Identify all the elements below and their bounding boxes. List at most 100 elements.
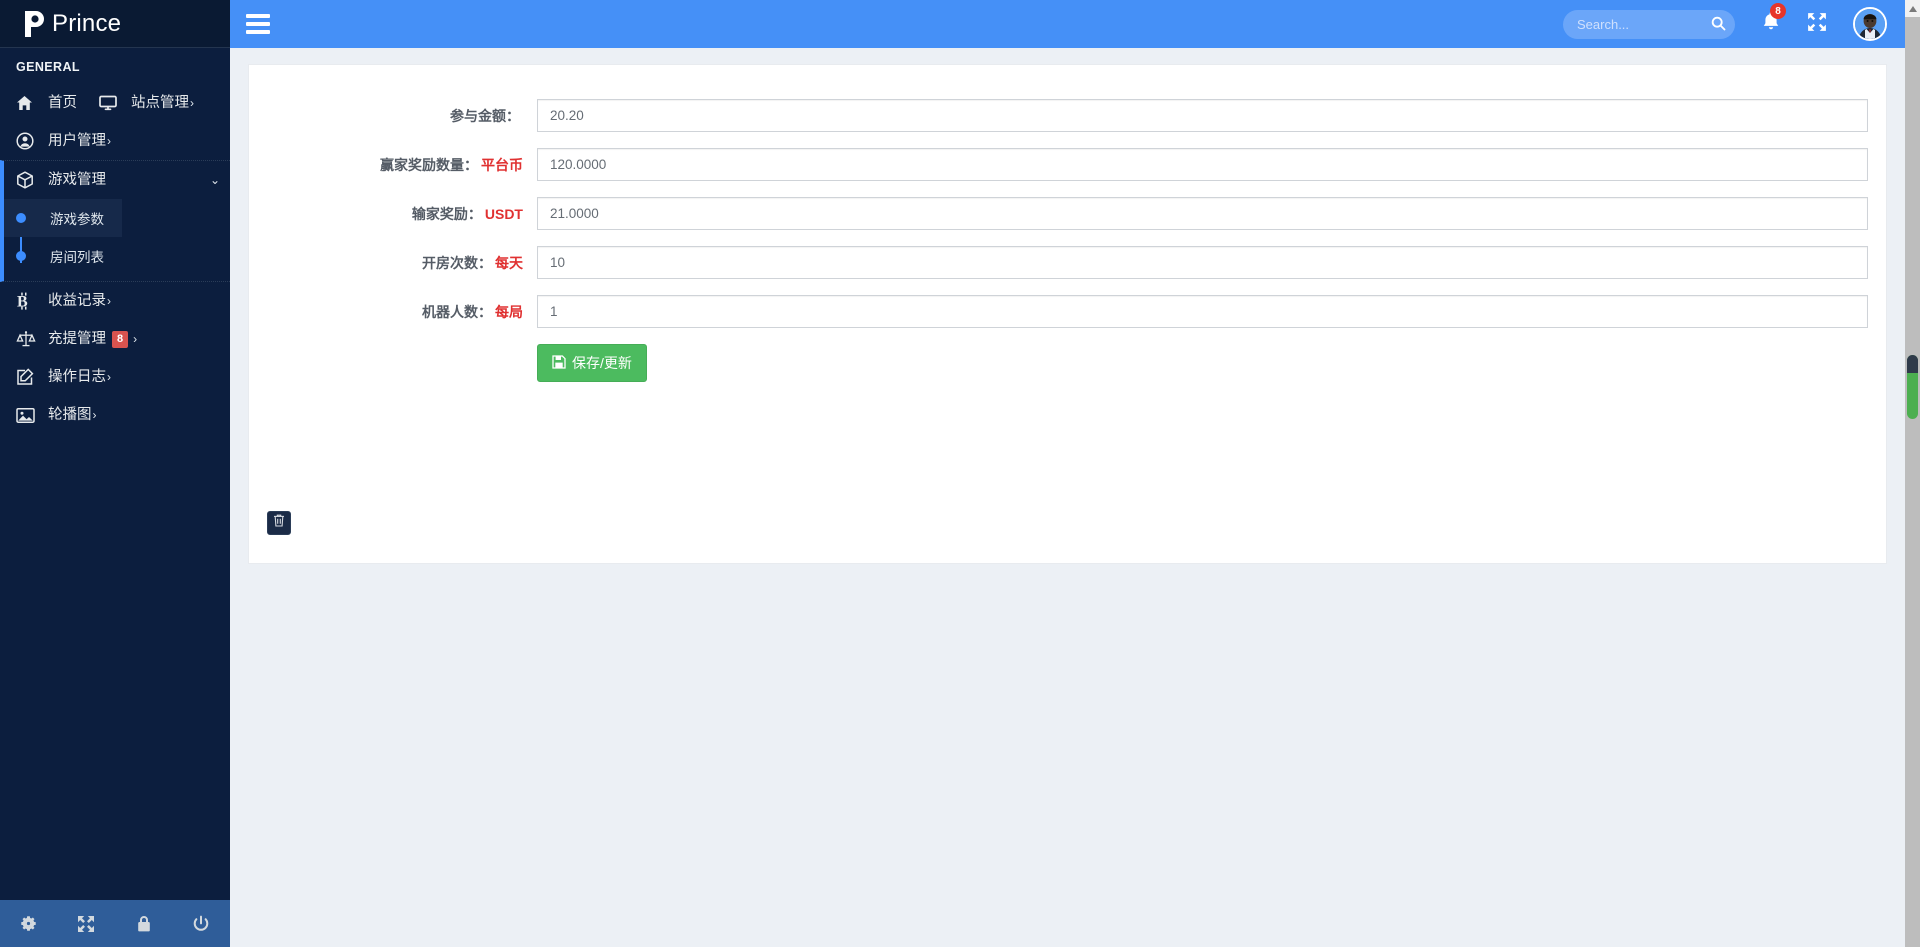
chevron-right-icon: › [190, 94, 194, 112]
form-actions: 保存/更新 [537, 344, 1868, 382]
game-params-card: 参与金额： 赢家奖励数量：平台币 输家奖励：USDT 开房次数：每天 [248, 64, 1887, 564]
label-unit: 每天 [495, 255, 523, 271]
chevron-right-icon: › [107, 132, 111, 150]
sidebar-item-site-management-label: 站点管理 [131, 94, 189, 112]
sidebar-item-home-label: 首页 [48, 94, 77, 112]
form-row: 开房次数：每天 [267, 246, 1868, 279]
scroll-up-arrow-icon[interactable] [1905, 0, 1920, 17]
sidebar-group-game-management: 游戏管理 ⌄ 游戏参数 房间列表 [0, 160, 230, 282]
hamburger-bar [246, 30, 270, 34]
trash-icon [273, 514, 285, 532]
notifications-button[interactable]: 8 [1761, 11, 1781, 37]
label-text: 参与金额： [450, 108, 520, 124]
sidebar-row-logs: 操作日志 › [0, 358, 230, 396]
scales-icon [16, 330, 38, 348]
monitor-icon [99, 95, 121, 111]
box-icon [16, 171, 38, 189]
chevron-right-icon: › [133, 330, 137, 348]
delete-button[interactable] [267, 511, 291, 535]
label-unit: USDT [485, 206, 523, 222]
user-circle-icon [16, 132, 38, 150]
sidebar-item-revenue-records-label: 收益记录 [48, 292, 106, 310]
field-label-robot-count: 机器人数：每局 [267, 302, 537, 322]
label-unit: 每局 [495, 304, 523, 320]
sidebar-item-revenue-records[interactable]: B 收益记录 › [0, 282, 230, 320]
chevron-down-icon: ⌄ [210, 171, 220, 189]
sidebar-row-top: 首页 站点管理 › [0, 84, 230, 122]
sidebar-item-game-management[interactable]: 游戏管理 ⌄ [4, 161, 230, 199]
sidebar-item-carousel[interactable]: 轮播图 › [0, 396, 230, 434]
list-item: 房间列表 [4, 237, 230, 275]
sidebar-item-home[interactable]: 首页 [0, 84, 77, 122]
sidebar-item-deposit-withdraw[interactable]: 充提管理 8 › [0, 320, 230, 358]
form-row: 赢家奖励数量：平台币 [267, 148, 1868, 181]
hamburger-bar [246, 22, 270, 26]
image-icon [16, 407, 38, 424]
form-row: 机器人数：每局 [267, 295, 1868, 328]
save-button[interactable]: 保存/更新 [537, 344, 647, 382]
sidebar-menu: 首页 站点管理 › [0, 84, 230, 434]
header-actions: 8 [1563, 7, 1905, 41]
sidebar-subitem-room-list[interactable]: 房间列表 [4, 237, 230, 275]
winner-reward-amount-input[interactable] [537, 148, 1868, 181]
robot-count-input[interactable] [537, 295, 1868, 328]
sidebar-row-carousel: 轮播图 › [0, 396, 230, 434]
search-icon[interactable] [1709, 15, 1727, 33]
scrollbar-thumb[interactable] [1907, 355, 1918, 419]
sidebar-item-site-management[interactable]: 站点管理 › [77, 84, 194, 122]
sidebar-item-user-management-label: 用户管理 [48, 132, 106, 150]
sidebar-footer-toolbar [0, 900, 230, 947]
status-badge: 8 [112, 331, 128, 348]
sidebar-row-user: 用户管理 › [0, 122, 230, 160]
expand-arrows-icon [1807, 12, 1827, 37]
save-disk-icon [552, 355, 566, 372]
main-content: 参与金额： 赢家奖励数量：平台币 输家奖励：USDT 开房次数：每天 [230, 48, 1905, 947]
list-item: 游戏参数 [4, 199, 230, 237]
sidebar: Prince GENERAL 首页 [0, 0, 230, 947]
sidebar-item-game-management-label: 游戏管理 [48, 171, 106, 189]
sidebar-item-carousel-label: 轮播图 [48, 406, 92, 424]
brand-logo[interactable]: Prince [0, 0, 230, 48]
hamburger-bar [246, 14, 270, 18]
sidebar-item-deposit-withdraw-label: 充提管理 [48, 330, 106, 348]
form-row: 参与金额： [267, 99, 1868, 132]
join-amount-input[interactable] [537, 99, 1868, 132]
sidebar-scroll: GENERAL 首页 [0, 48, 230, 900]
field-label-room-open-count: 开房次数：每天 [267, 253, 537, 273]
sidebar-item-user-management[interactable]: 用户管理 › [0, 122, 230, 160]
sidebar-item-operation-logs[interactable]: 操作日志 › [0, 358, 230, 396]
sidebar-submenu-game: 游戏参数 房间列表 [4, 199, 230, 281]
expand-icon[interactable] [58, 900, 116, 947]
sidebar-item-operation-logs-label: 操作日志 [48, 368, 106, 386]
hamburger-icon[interactable] [230, 0, 286, 48]
sidebar-row-revenue: B 收益记录 › [0, 282, 230, 320]
notification-badge: 8 [1770, 3, 1786, 19]
sidebar-row-deposit: 充提管理 8 › [0, 320, 230, 358]
field-label-join-amount: 参与金额： [267, 106, 537, 126]
field-label-loser-reward: 输家奖励：USDT [267, 204, 537, 224]
sidebar-subitem-game-params[interactable]: 游戏参数 [4, 199, 122, 237]
avatar[interactable] [1853, 7, 1887, 41]
label-text: 机器人数： [422, 304, 492, 320]
label-text: 输家奖励： [412, 206, 482, 222]
room-open-count-input[interactable] [537, 246, 1868, 279]
edit-square-icon [16, 368, 38, 386]
page-scrollbar[interactable] [1905, 0, 1920, 947]
chevron-right-icon: › [107, 292, 111, 310]
lock-icon[interactable] [115, 900, 173, 947]
bitcoin-icon: B [16, 292, 38, 310]
save-button-label: 保存/更新 [572, 353, 632, 373]
home-icon [16, 95, 38, 111]
loser-reward-input[interactable] [537, 197, 1868, 230]
brand-name: Prince [52, 10, 121, 38]
form-row: 输家奖励：USDT [267, 197, 1868, 230]
power-icon[interactable] [173, 900, 231, 947]
field-label-winner-reward-amount: 赢家奖励数量：平台币 [267, 155, 537, 175]
chevron-right-icon: › [107, 368, 111, 386]
chevron-right-icon: › [93, 406, 97, 424]
fullscreen-button[interactable] [1807, 12, 1827, 37]
prince-logo-icon [22, 9, 48, 39]
app-root: Prince GENERAL 首页 [0, 0, 1920, 947]
search-box [1563, 10, 1735, 39]
gear-icon[interactable] [0, 900, 58, 947]
